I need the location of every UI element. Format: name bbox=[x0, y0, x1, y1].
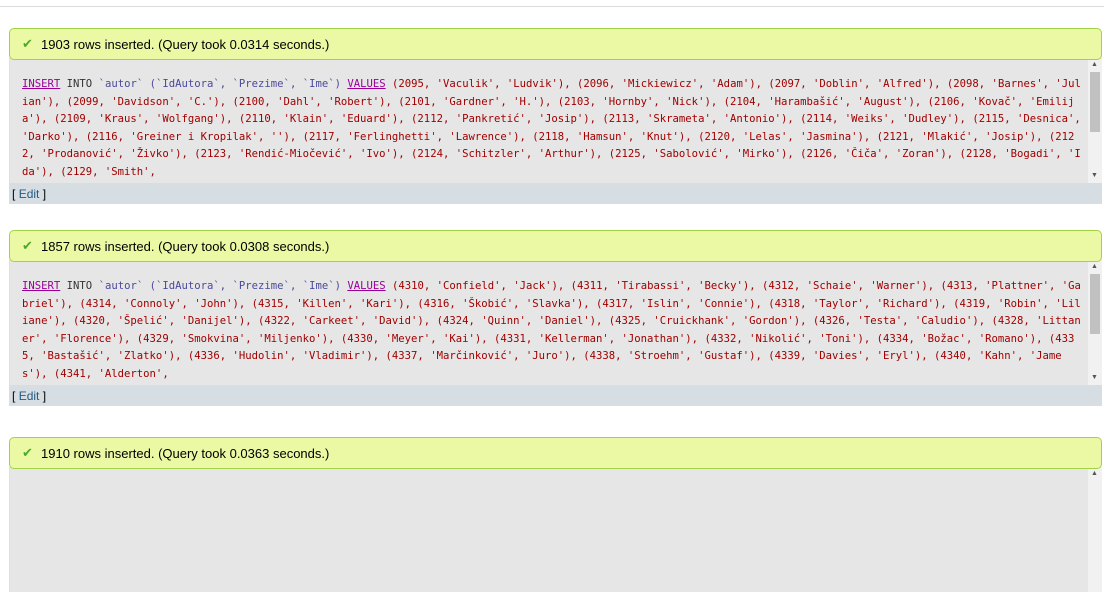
arrow-down-icon[interactable]: ▼ bbox=[1091, 172, 1098, 180]
sql-keyword-into: INTO bbox=[66, 280, 93, 292]
top-divider bbox=[0, 0, 1104, 7]
sql-keyword-insert[interactable]: INSERT bbox=[22, 78, 60, 90]
checkmark-icon: ✔ bbox=[22, 36, 33, 51]
edit-bar-2: [ Edit ] bbox=[9, 385, 1102, 406]
sql-keyword-values[interactable]: VALUES bbox=[347, 78, 385, 90]
sql-query-box-2[interactable]: INSERT INTO `autor` (`IdAutora`, `Prezim… bbox=[9, 260, 1102, 385]
arrow-down-icon[interactable]: ▼ bbox=[1091, 374, 1098, 382]
sql-table-name: `autor` bbox=[98, 78, 144, 90]
sql-keyword-into: INTO bbox=[66, 78, 93, 90]
arrow-up-icon[interactable]: ▲ bbox=[1091, 470, 1098, 478]
success-text-1: 1903 rows inserted. (Query took 0.0314 s… bbox=[41, 36, 330, 52]
sql-table-name: `autor` bbox=[98, 280, 144, 292]
scroll-thumb[interactable] bbox=[1090, 274, 1100, 334]
sql-scrollbar-1[interactable]: ▲ ▼ bbox=[1088, 58, 1102, 183]
sql-query-text-1: INSERT INTO `autor` (`IdAutora`, `Prezim… bbox=[22, 76, 1086, 180]
query-result-2: ✔ 1857 rows inserted. (Query took 0.0308… bbox=[9, 230, 1102, 406]
sql-column-list: (`IdAutora`, `Prezime`, `Ime`) bbox=[149, 78, 341, 90]
success-message-3: ✔ 1910 rows inserted. (Query took 0.0363… bbox=[9, 437, 1102, 469]
edit-link-1[interactable]: Edit bbox=[19, 187, 40, 201]
success-message-1: ✔ 1903 rows inserted. (Query took 0.0314… bbox=[9, 28, 1102, 60]
checkmark-icon: ✔ bbox=[22, 238, 33, 253]
sql-query-box-1[interactable]: INSERT INTO `autor` (`IdAutora`, `Prezim… bbox=[9, 58, 1102, 183]
edit-link-2[interactable]: Edit bbox=[19, 389, 40, 403]
sql-query-text-2: INSERT INTO `autor` (`IdAutora`, `Prezim… bbox=[22, 278, 1086, 382]
query-result-1: ✔ 1903 rows inserted. (Query took 0.0314… bbox=[9, 28, 1102, 204]
sql-values-body: (2095, 'Vaculik', 'Ludvik'), (2096, 'Mic… bbox=[22, 78, 1081, 178]
scroll-thumb[interactable] bbox=[1090, 72, 1100, 132]
sql-keyword-insert[interactable]: INSERT bbox=[22, 280, 60, 292]
sql-query-box-3[interactable]: ▲ bbox=[9, 467, 1102, 592]
sql-scrollbar-3[interactable]: ▲ bbox=[1088, 467, 1102, 592]
query-result-3: ✔ 1910 rows inserted. (Query took 0.0363… bbox=[9, 437, 1102, 592]
arrow-up-icon[interactable]: ▲ bbox=[1091, 61, 1098, 69]
success-message-2: ✔ 1857 rows inserted. (Query took 0.0308… bbox=[9, 230, 1102, 262]
sql-values-body: (4310, 'Confield', 'Jack'), (4311, 'Tira… bbox=[22, 280, 1081, 380]
edit-bar-1: [ Edit ] bbox=[9, 183, 1102, 204]
checkmark-icon: ✔ bbox=[22, 445, 33, 460]
sql-keyword-values[interactable]: VALUES bbox=[347, 280, 385, 292]
success-text-3: 1910 rows inserted. (Query took 0.0363 s… bbox=[41, 445, 330, 461]
sql-scrollbar-2[interactable]: ▲ ▼ bbox=[1088, 260, 1102, 385]
success-text-2: 1857 rows inserted. (Query took 0.0308 s… bbox=[41, 238, 330, 254]
arrow-up-icon[interactable]: ▲ bbox=[1091, 263, 1098, 271]
sql-column-list: (`IdAutora`, `Prezime`, `Ime`) bbox=[149, 280, 341, 292]
